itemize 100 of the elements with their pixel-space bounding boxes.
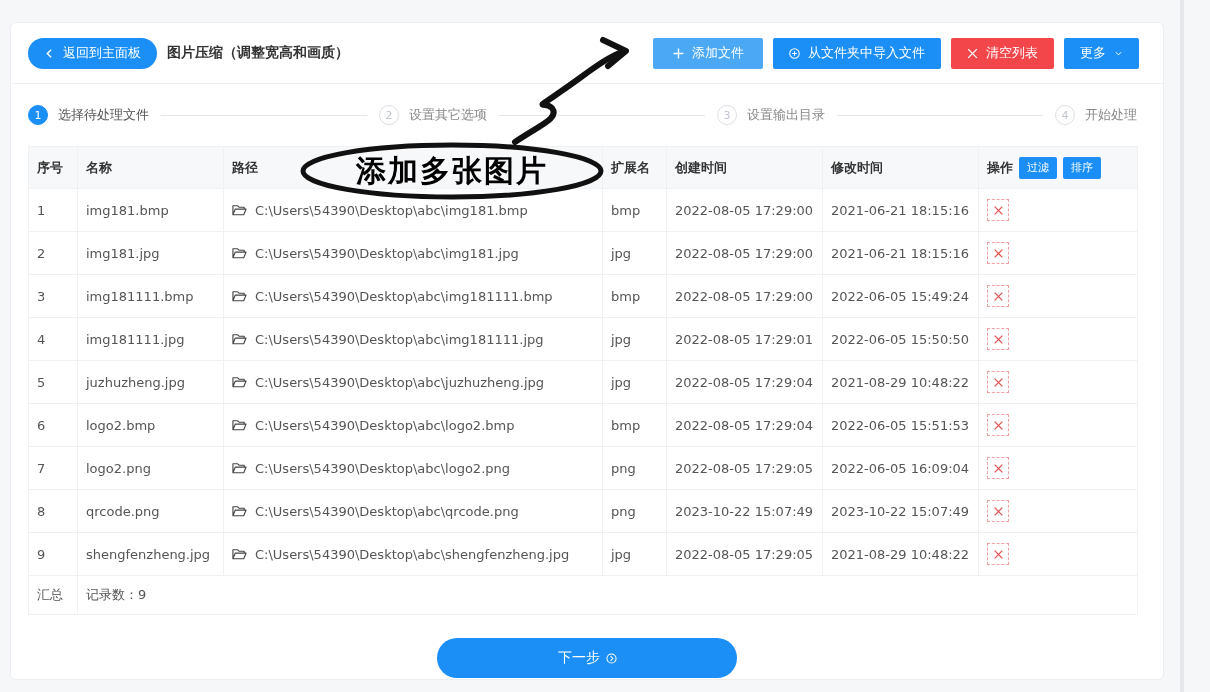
close-icon (992, 419, 1004, 431)
folder-icon (232, 333, 247, 345)
table-cell: 2022-08-05 17:29:01 (675, 331, 814, 347)
table-cell: logo2.png (86, 460, 151, 476)
delete-button[interactable] (987, 543, 1009, 565)
close-icon (992, 505, 1004, 517)
table-cell: jpg (611, 245, 632, 261)
table-cell: png (611, 460, 636, 476)
table-cell: png (611, 503, 636, 519)
table-cell: shengfenzheng.jpg (86, 546, 211, 562)
delete-button[interactable] (987, 242, 1009, 264)
column-header: 名称 (86, 158, 112, 177)
table-cell: C:\Users\54390\Desktop\abc\logo2.bmp (255, 417, 515, 433)
table-cell: C:\Users\54390\Desktop\abc\logo2.png (255, 460, 510, 476)
table-cell: 2022-08-05 17:29:05 (675, 546, 814, 562)
table-cell: 2 (37, 245, 46, 261)
folder-icon (232, 290, 247, 302)
arrow-circle-icon (605, 652, 617, 664)
table-cell: 2022-08-05 17:29:00 (675, 245, 814, 261)
folder-icon (232, 548, 247, 560)
close-icon (992, 462, 1004, 474)
plus-icon (672, 47, 684, 59)
folder-icon (232, 419, 247, 431)
table-cell: 1 (37, 202, 46, 218)
table-cell: jpg (611, 546, 632, 562)
table-cell: img181111.bmp (86, 288, 194, 304)
page-title: 图片压缩（调整宽高和画质） (167, 44, 349, 62)
column-header: 修改时间 (831, 158, 883, 177)
table-cell: C:\Users\54390\Desktop\abc\qrcode.png (255, 503, 519, 519)
annotation-text: 添加多张图片 (356, 156, 548, 186)
summary-label: 汇总 (37, 586, 63, 604)
table-cell: logo2.bmp (86, 417, 156, 433)
table-cell: C:\Users\54390\Desktop\abc\img181.jpg (255, 245, 519, 261)
table-cell: 2021-08-29 10:48:22 (831, 546, 970, 562)
header-button[interactable]: 排序 (1063, 156, 1101, 179)
column-header: 创建时间 (675, 158, 727, 177)
table-cell: bmp (611, 288, 641, 304)
header-button[interactable]: 过滤 (1019, 156, 1057, 179)
table-cell: C:\Users\54390\Desktop\abc\shengfenzheng.jpg (255, 546, 570, 562)
close-icon (992, 333, 1004, 345)
table-cell: C:\Users\54390\Desktop\abc\juzhuzheng.jpg (255, 374, 545, 390)
table-cell: 2022-08-05 17:29:04 (675, 374, 814, 390)
table-cell: bmp (611, 202, 641, 218)
table-cell: 2022-06-05 15:51:53 (831, 417, 970, 433)
folder-icon (232, 505, 247, 517)
close-icon (992, 247, 1004, 259)
table-cell: 2021-06-21 18:15:16 (831, 202, 970, 218)
delete-button[interactable] (987, 328, 1009, 350)
table-cell: 2021-06-21 18:15:16 (831, 245, 970, 261)
table-cell: juzhuzheng.jpg (86, 374, 185, 390)
import-button[interactable]: 从文件夹中导入文件 (773, 37, 941, 69)
record-count: 记录数：9 (86, 586, 147, 604)
table-cell: C:\Users\54390\Desktop\abc\img181.bmp (255, 202, 528, 218)
table-cell: C:\Users\54390\Desktop\abc\img181111.jpg (255, 331, 544, 347)
table-cell: jpg (611, 331, 632, 347)
table-cell: 2022-08-05 17:29:00 (675, 202, 814, 218)
step-label: 选择待处理文件 (58, 106, 149, 124)
delete-button[interactable] (987, 500, 1009, 522)
clear-button[interactable]: 清空列表 (951, 37, 1054, 69)
delete-button[interactable] (987, 285, 1009, 307)
add-button[interactable]: 添加文件 (653, 37, 763, 69)
step-number: 1 (28, 105, 48, 125)
more-button[interactable]: 更多 (1064, 37, 1139, 69)
table-cell: 2023-10-22 15:07:49 (831, 503, 970, 519)
next-button[interactable]: 下一步 (437, 638, 737, 678)
folder-icon (232, 204, 247, 216)
close-icon (992, 204, 1004, 216)
table-cell: 3 (37, 288, 46, 304)
delete-button[interactable] (987, 199, 1009, 221)
plus-circle-icon (789, 47, 800, 59)
step-label: 设置输出目录 (747, 106, 825, 124)
folder-icon (232, 247, 247, 259)
table-cell: img181.jpg (86, 245, 160, 261)
table-cell: 2022-06-05 15:49:24 (831, 288, 970, 304)
delete-button[interactable] (987, 457, 1009, 479)
column-header: 路径 (232, 158, 258, 177)
table-cell: 2023-10-22 15:07:49 (675, 503, 814, 519)
table-cell: 8 (37, 503, 46, 519)
folder-icon (232, 376, 247, 388)
column-header: 扩展名 (611, 158, 650, 177)
delete-button[interactable] (987, 414, 1009, 436)
table-cell: 2022-06-05 15:50:50 (831, 331, 970, 347)
folder-icon (232, 462, 247, 474)
table-cell: 6 (37, 417, 46, 433)
table-cell: img181111.jpg (86, 331, 185, 347)
table-cell: 2022-08-05 17:29:00 (675, 288, 814, 304)
table-cell: C:\Users\54390\Desktop\abc\img181111.bmp (255, 288, 553, 304)
back-button[interactable]: 返回到主面板 (28, 37, 157, 69)
table-cell: img181.bmp (86, 202, 169, 218)
close-icon (967, 47, 978, 59)
table-cell: 5 (37, 374, 46, 390)
table-cell: 2022-06-05 16:09:04 (831, 460, 970, 476)
table-cell: 2022-08-05 17:29:05 (675, 460, 814, 476)
table-cell: qrcode.png (86, 503, 160, 519)
table-cell: 2022-08-05 17:29:04 (675, 417, 814, 433)
close-icon (992, 376, 1004, 388)
step-label: 开始处理 (1085, 106, 1137, 124)
table-cell: jpg (611, 374, 632, 390)
delete-button[interactable] (987, 371, 1009, 393)
table-cell: 2021-08-29 10:48:22 (831, 374, 970, 390)
